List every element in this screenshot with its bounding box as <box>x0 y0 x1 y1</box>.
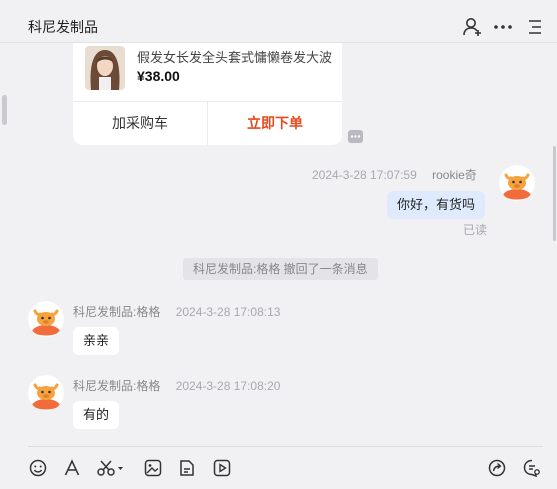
product-title[interactable]: 假发女长发全头套式慵懒卷发大波 <box>137 47 332 66</box>
product-thumbnail[interactable] <box>85 46 125 90</box>
emoji-icon[interactable] <box>28 458 48 478</box>
avatar[interactable] <box>28 301 64 337</box>
product-card[interactable]: 假发女长发全头套式慵懒卷发大波 ¥38.00 加采购车 立即下单 <box>73 43 342 145</box>
font-icon[interactable] <box>62 458 82 478</box>
sender-name: 科尼发制品:格格 <box>73 305 161 319</box>
input-toolbar-divider <box>28 446 543 447</box>
right-scrollbar[interactable] <box>553 146 556 241</box>
sender-name: rookie奇 <box>432 168 477 182</box>
file-icon[interactable] <box>177 458 197 478</box>
message-meta: 科尼发制品:格格 2024-3-28 17:08:13 <box>73 303 280 320</box>
product-price: ¥38.00 <box>137 68 180 84</box>
message-meta: 2024-3-28 17:07:59 rookie奇 <box>312 166 477 183</box>
message-bubble[interactable]: 你好，有货吗 <box>387 191 486 219</box>
avatar[interactable] <box>499 165 535 201</box>
read-status: 已读 <box>463 223 488 237</box>
left-scrollbar[interactable] <box>2 95 7 125</box>
scissors-icon[interactable] <box>96 458 126 478</box>
message-time: 2024-3-28 17:08:13 <box>175 305 281 319</box>
chat-header: 科尼发制品 <box>0 0 557 43</box>
chat-settings-icon[interactable] <box>522 458 542 478</box>
add-to-cart-button[interactable]: 加采购车 <box>73 101 207 145</box>
message-time: 2024-3-28 17:07:59 <box>312 168 417 182</box>
sender-name: 科尼发制品:格格 <box>73 379 161 393</box>
video-icon[interactable] <box>212 458 232 478</box>
buy-now-button[interactable]: 立即下单 <box>208 101 342 145</box>
message-bubble[interactable]: 有的 <box>73 401 120 429</box>
message-time: 2024-3-28 17:08:20 <box>175 379 281 393</box>
add-user-icon[interactable] <box>462 16 484 38</box>
more-icon[interactable] <box>492 16 514 38</box>
chat-title: 科尼发制品 <box>28 19 98 35</box>
message-bubble[interactable]: 亲亲 <box>73 327 120 355</box>
avatar[interactable] <box>28 375 64 411</box>
menu-icon[interactable] <box>524 16 546 38</box>
message-meta: 科尼发制品:格格 2024-3-28 17:08:20 <box>73 377 280 394</box>
recall-notice: 科尼发制品:格格 撤回了一条消息 <box>183 258 378 280</box>
image-icon[interactable] <box>143 458 163 478</box>
share-icon[interactable] <box>487 458 507 478</box>
message-more-icon[interactable] <box>348 130 363 143</box>
